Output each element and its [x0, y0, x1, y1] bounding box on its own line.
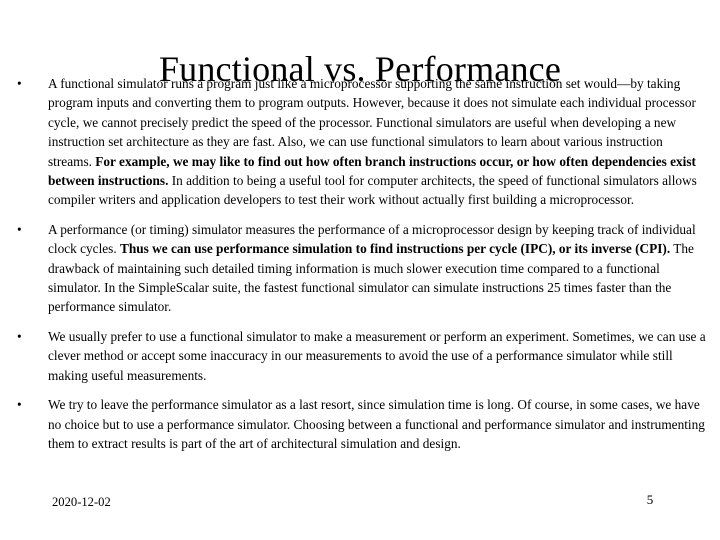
- bullet-text: We try to leave the performance simulato…: [48, 397, 705, 451]
- bullet-marker-icon: •: [17, 76, 22, 91]
- bullet-item: • A performance (or timing) simulator me…: [10, 220, 710, 317]
- bullet-marker-icon: •: [17, 328, 22, 344]
- bullet-text: A performance (or timing) simulator meas…: [48, 221, 696, 315]
- slide: Functional vs. Performance • A functiona…: [0, 0, 720, 540]
- bullet-marker-icon: •: [17, 221, 22, 237]
- bullet-text: A functional simulator runs a program ju…: [48, 76, 697, 208]
- footer-date: 2020-12-02: [52, 495, 111, 509]
- bullet-item: • We try to leave the performance simula…: [10, 395, 710, 453]
- bullet-list: • A functional simulator runs a program …: [10, 74, 710, 453]
- bullet-item: • We usually prefer to use a functional …: [10, 327, 710, 385]
- footer-page-number: 5: [646, 492, 654, 507]
- bullet-marker-icon: •: [17, 397, 22, 413]
- bullet-text: We usually prefer to use a functional si…: [48, 328, 706, 383]
- bullet-item: • A functional simulator runs a program …: [10, 74, 710, 210]
